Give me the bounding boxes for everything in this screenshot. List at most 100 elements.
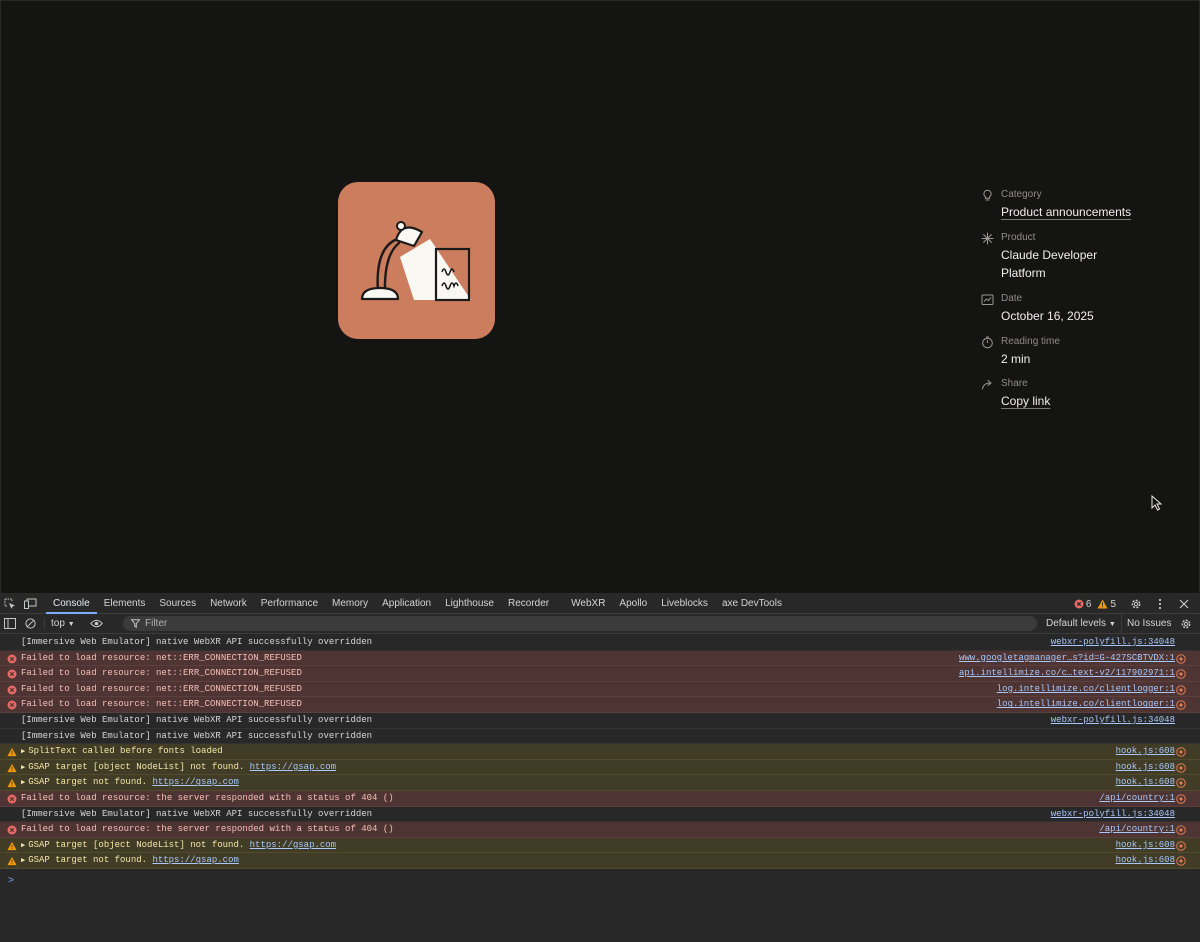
sidebar-toggle-button[interactable] — [0, 614, 20, 634]
expand-triangle-icon[interactable]: ▶ — [21, 776, 25, 792]
console-row-error[interactable]: Failed to load resource: net::ERR_CONNEC… — [0, 697, 1200, 713]
console-row-error[interactable]: Failed to load resource: the server resp… — [0, 822, 1200, 838]
expand-triangle-icon[interactable]: ▶ — [21, 761, 25, 777]
console-message-text: GSAP target not found. — [28, 855, 153, 866]
console-row-info[interactable]: [Immersive Web Emulator] native WebXR AP… — [0, 713, 1200, 729]
console-source-link[interactable]: hook.js:608 — [1116, 760, 1175, 776]
lightbulb-icon — [983, 189, 992, 201]
inspect-element-button[interactable] — [0, 594, 20, 614]
copy-link-button[interactable]: Copy link — [1001, 392, 1050, 410]
console-message-link[interactable]: https://gsap.com — [152, 777, 238, 787]
console-source-link[interactable]: hook.js:608 — [1116, 775, 1175, 791]
console-message-text: Failed to load resource: the server resp… — [21, 792, 394, 803]
console-source-link[interactable]: hook.js:608 — [1116, 744, 1175, 760]
category-label: Category — [1001, 189, 1042, 200]
clear-console-button[interactable] — [20, 614, 40, 634]
console-messages: [Immersive Web Emulator] native WebXR AP… — [0, 635, 1200, 869]
console-row-warning[interactable]: ▶ SplitText called before fonts loaded hoo… — [0, 744, 1200, 760]
device-toolbar-button[interactable] — [20, 594, 40, 614]
console-source-link[interactable]: api.intellimize.co/c…text-v2/117902971:1 — [959, 666, 1175, 682]
tab-apollo[interactable]: Apollo — [612, 594, 654, 614]
ai-assist-icon[interactable] — [1176, 856, 1186, 867]
devtools-right-controls: 6 5 — [1074, 594, 1194, 614]
console-source-link[interactable]: log.intellimize.co/clientlogger:1 — [997, 697, 1175, 713]
console-toolbar: top ▼ Default levels ▼ No Issues — [0, 614, 1200, 634]
ai-assist-icon[interactable] — [1176, 747, 1186, 757]
tab-lighthouse[interactable]: Lighthouse — [438, 594, 501, 614]
console-row-info[interactable]: [Immersive Web Emulator] native WebXR AP… — [0, 807, 1200, 823]
tab-elements[interactable]: Elements — [97, 594, 153, 614]
console-row-info[interactable]: [Immersive Web Emulator] native WebXR AP… — [0, 729, 1200, 745]
console-message-link[interactable]: https://gsap.com — [152, 855, 238, 865]
console-message-text: [Immersive Web Emulator] native WebXR AP… — [21, 808, 373, 819]
tab-sources[interactable]: Sources — [152, 594, 203, 614]
console-row-error[interactable]: Failed to load resource: net::ERR_CONNEC… — [0, 681, 1200, 698]
devtools-tab-bar: Console Elements Sources Network Performance… — [0, 594, 1200, 614]
tab-performance[interactable]: Performance — [254, 594, 325, 614]
ai-assist-icon[interactable] — [1176, 825, 1186, 835]
tab-recorder[interactable]: Recorder — [501, 594, 556, 614]
devtools-more-button[interactable] — [1150, 594, 1170, 614]
ai-assist-icon[interactable] — [1176, 762, 1186, 773]
ai-assist-icon[interactable] — [1176, 778, 1186, 789]
console-message-text: Failed to load resource: the server resp… — [21, 824, 394, 835]
console-prompt[interactable]: > — [8, 876, 14, 887]
console-row-info[interactable]: [Immersive Web Emulator] native WebXR AP… — [0, 635, 1200, 651]
tab-network[interactable]: Network — [203, 594, 254, 614]
console-source-link[interactable]: /api/country:1 — [1099, 791, 1175, 807]
console-source-link[interactable]: webxr-polyfill.js:34048 — [1051, 807, 1175, 823]
console-message-text: [Immersive Web Emulator] native WebXR AP… — [21, 637, 373, 647]
expand-triangle-icon[interactable]: ▶ — [21, 839, 25, 855]
expand-triangle-icon[interactable]: ▶ — [21, 854, 25, 870]
error-count-badge[interactable]: 6 5 — [1074, 599, 1116, 610]
tab-liveblocks[interactable]: Liveblocks — [654, 594, 715, 614]
tab-console[interactable]: Console — [46, 594, 97, 614]
console-row-warning[interactable]: ▶ GSAP target not found. https://gsap.com… — [0, 853, 1200, 869]
console-row-error[interactable]: Failed to load resource: net::ERR_CONNEC… — [0, 650, 1200, 667]
devtools-settings-button[interactable] — [1126, 594, 1146, 614]
filter-input[interactable] — [145, 618, 745, 629]
desk-lamp-illustration — [360, 221, 471, 302]
console-row-warning[interactable]: ▶ GSAP target [object NodeList] not found… — [0, 837, 1200, 855]
console-source-link[interactable]: webxr-polyfill.js:34048 — [1051, 713, 1175, 729]
tab-webxr[interactable]: WebXR — [564, 594, 612, 614]
log-levels-dropdown[interactable]: Default levels ▼ — [1046, 614, 1116, 635]
console-source-link[interactable]: log.intellimize.co/clientlogger:1 — [997, 682, 1175, 698]
issues-counter[interactable]: No Issues — [1121, 614, 1171, 634]
console-row-error[interactable]: Failed to load resource: net::ERR_CONNEC… — [0, 666, 1200, 682]
ai-assist-icon[interactable] — [1176, 684, 1186, 695]
context-selector[interactable]: top ▼ — [44, 618, 81, 629]
tab-memory[interactable]: Memory — [325, 594, 375, 614]
console-source-link[interactable]: hook.js:608 — [1116, 853, 1175, 869]
console-source-link[interactable]: /api/country:1 — [1099, 822, 1175, 838]
console-settings-button[interactable] — [1176, 614, 1196, 634]
gear-icon — [1131, 599, 1141, 609]
devtools-close-button[interactable] — [1174, 594, 1194, 614]
tab-application[interactable]: Application — [375, 594, 438, 614]
console-row-error[interactable]: Failed to load resource: the server resp… — [0, 790, 1200, 807]
ai-assist-icon[interactable] — [1176, 669, 1186, 679]
context-value: top — [51, 618, 65, 629]
console-message-link[interactable]: https://gsap.com — [250, 762, 336, 772]
console-source-link[interactable]: www.googletagmanager…s?id=G-427SCBTVDX:1 — [959, 651, 1175, 667]
meta-reading-time: Reading time 2 min — [981, 335, 1060, 368]
console-message-text: Failed to load resource: net::ERR_CONNEC… — [21, 699, 302, 710]
tab-axe-devtools[interactable]: axe DevTools — [715, 594, 789, 614]
category-link[interactable]: Product announcements — [1001, 203, 1131, 221]
ai-assist-icon[interactable] — [1176, 840, 1186, 851]
console-message-link[interactable]: https://gsap.com — [250, 840, 336, 850]
meta-share: Share Copy link — [981, 377, 1050, 410]
expand-triangle-icon[interactable]: ▶ — [21, 745, 25, 761]
ai-assist-icon[interactable] — [1176, 653, 1186, 664]
console-row-warning[interactable]: ▶ GSAP target [object NodeList] not found… — [0, 759, 1200, 777]
console-message-text: Failed to load resource: net::ERR_CONNEC… — [21, 668, 302, 679]
console-row-warning[interactable]: ▶ GSAP target not found. https://gsap.com… — [0, 775, 1200, 791]
date-value: October 16, 2025 — [1001, 309, 1094, 323]
ai-assist-icon[interactable] — [1176, 794, 1186, 804]
sparkle-icon — [981, 232, 994, 245]
console-source-link[interactable]: hook.js:608 — [1116, 838, 1175, 854]
warning-triangle-icon — [7, 763, 17, 772]
ai-assist-icon[interactable] — [1176, 700, 1186, 711]
console-source-link[interactable]: webxr-polyfill.js:34048 — [1051, 635, 1175, 651]
live-expression-button[interactable] — [87, 614, 107, 634]
